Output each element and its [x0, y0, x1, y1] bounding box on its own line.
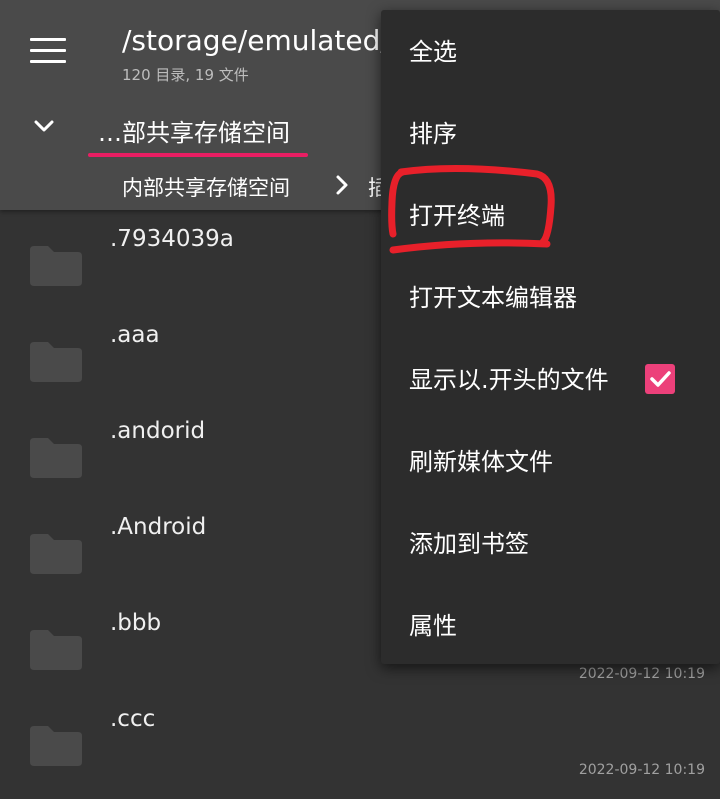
menu-item-label: 刷新媒体文件 — [409, 448, 553, 476]
folder-icon — [30, 726, 82, 766]
menu-item-properties[interactable]: 属性 — [381, 584, 720, 666]
menu-item-add-bookmark[interactable]: 添加到书签 — [381, 502, 720, 584]
checkbox-checked-icon[interactable] — [645, 364, 675, 394]
folder-icon — [30, 534, 82, 574]
menu-item-label: 显示以.开头的文件 — [409, 366, 609, 394]
chevron-down-icon[interactable] — [32, 114, 56, 138]
list-item[interactable]: .ccc 2022-09-12 10:19 — [0, 696, 720, 792]
file-date: 2022-09-12 10:19 — [578, 762, 705, 778]
menu-item-label: 打开终端 — [409, 202, 505, 230]
file-name: .andorid — [110, 418, 206, 444]
directory-summary: 120 目录, 19 文件 — [122, 66, 249, 84]
menu-item-select-all[interactable]: 全选 — [381, 10, 720, 92]
menu-item-refresh-media[interactable]: 刷新媒体文件 — [381, 420, 720, 502]
file-name: .aaa — [110, 322, 160, 348]
chevron-right-icon — [336, 175, 348, 195]
file-date: 2022-09-12 10:19 — [578, 666, 705, 682]
menu-item-sort[interactable]: 排序 — [381, 92, 720, 174]
file-name: .7934039a — [110, 226, 234, 252]
folder-icon — [30, 630, 82, 670]
folder-icon — [30, 246, 82, 286]
folder-icon — [30, 438, 82, 478]
file-name: .bbb — [110, 610, 162, 636]
menu-item-show-hidden-files[interactable]: 显示以.开头的文件 — [381, 338, 720, 420]
menu-item-label: 全选 — [409, 38, 457, 66]
menu-icon[interactable] — [30, 38, 66, 64]
tab-indicator — [88, 153, 308, 157]
menu-item-label: 添加到书签 — [409, 530, 529, 558]
menu-item-open-text-editor[interactable]: 打开文本编辑器 — [381, 256, 720, 338]
folder-icon — [30, 342, 82, 382]
current-path: /storage/emulated/ — [122, 24, 390, 57]
tab-storage[interactable]: …部共享存储空间 — [98, 113, 290, 148]
menu-item-open-terminal[interactable]: 打开终端 — [381, 174, 720, 256]
overflow-menu: 全选 排序 打开终端 打开文本编辑器 显示以.开头的文件 刷新媒体文件 添加到书… — [381, 10, 720, 664]
menu-item-label: 排序 — [409, 120, 457, 148]
file-name: .ccc — [110, 706, 156, 732]
menu-item-label: 打开文本编辑器 — [409, 284, 577, 312]
menu-item-label: 属性 — [409, 612, 457, 640]
file-name: .Android — [110, 514, 207, 540]
breadcrumb-root[interactable]: 内部共享存储空间 — [122, 172, 290, 202]
